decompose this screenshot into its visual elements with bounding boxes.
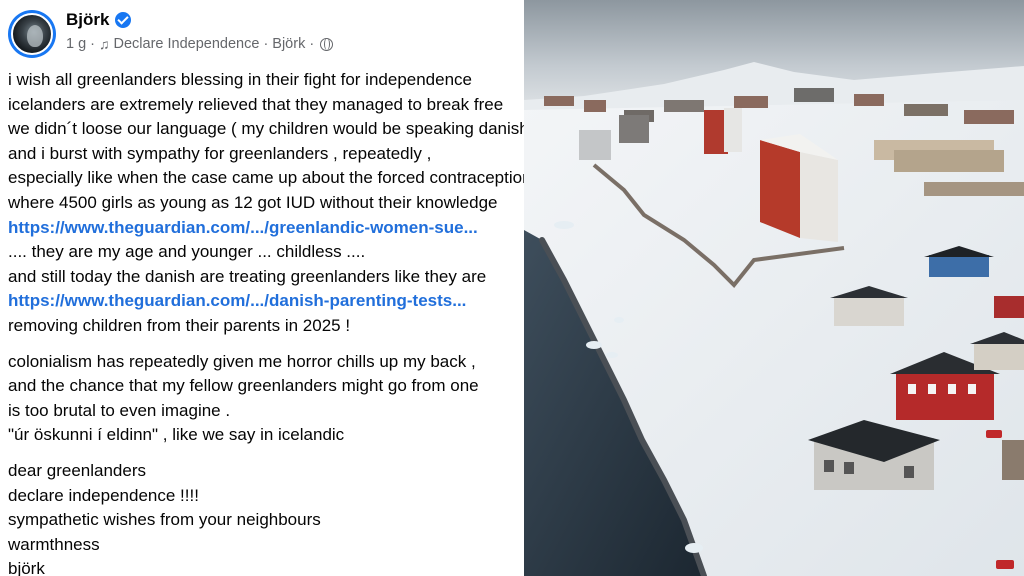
post-time[interactable]: 1 g — [66, 36, 86, 52]
snowy-town-illustration — [524, 0, 1024, 576]
post-line: where 4500 girls as young as 12 got IUD … — [8, 192, 498, 212]
avatar[interactable] — [8, 10, 56, 58]
post-meta: 1 g · ♫ Declare Independence · Björk · — [66, 36, 334, 52]
meta-separator: · — [263, 36, 269, 52]
post-line: colonialism has repeatedly given me horr… — [8, 351, 476, 371]
nuuk-aerial-photo — [524, 0, 1024, 576]
meta-separator: · — [90, 36, 96, 52]
guardian-link-1[interactable]: https://www.theguardian.com/.../greenlan… — [8, 216, 524, 241]
post-body: i wish all greenlanders blessing in thei… — [8, 68, 524, 576]
post-line: removing children from their parents in … — [8, 315, 351, 335]
post-line: and still today the danish are treating … — [8, 266, 487, 286]
post-line: warmthness — [8, 534, 100, 554]
post-line: dear greenlanders — [8, 460, 146, 480]
post-line: especially like when the case came up ab… — [8, 168, 524, 188]
post-line: icelanders are extremely relieved that t… — [8, 94, 504, 114]
verified-badge-icon — [115, 12, 132, 28]
post-line: and the chance that my fellow greenlande… — [8, 376, 479, 396]
post-line: declare independence !!!! — [8, 485, 199, 505]
globe-icon[interactable] — [320, 37, 334, 51]
guardian-link-2[interactable]: https://www.theguardian.com/.../danish-p… — [8, 289, 524, 314]
music-note-icon: ♫ — [99, 36, 110, 52]
post-line: sympathetic wishes from your neighbours — [8, 510, 321, 530]
facebook-post: Björk 1 g · ♫ Declare Independence · Bjö… — [0, 0, 524, 576]
post-line: björk — [8, 559, 45, 576]
song-title[interactable]: Declare Independence — [114, 36, 260, 52]
post-line: is too brutal to even imagine . — [8, 400, 231, 420]
post-line: .... they are my age and younger ... chi… — [8, 242, 366, 262]
post-line: we didn´t loose our language ( my childr… — [8, 119, 524, 139]
song-artist[interactable]: Björk — [272, 36, 305, 52]
post-header: Björk 1 g · ♫ Declare Independence · Bjö… — [8, 8, 518, 60]
post-line: "úr öskunni í eldinn" , like we say in i… — [8, 425, 345, 445]
profile-picture — [11, 13, 53, 55]
author-name[interactable]: Björk — [66, 10, 109, 30]
author-line: Björk — [66, 10, 132, 30]
meta-separator: · — [309, 36, 315, 52]
post-line: and i burst with sympathy for greenlande… — [8, 143, 432, 163]
post-line: i wish all greenlanders blessing in thei… — [8, 70, 473, 89]
